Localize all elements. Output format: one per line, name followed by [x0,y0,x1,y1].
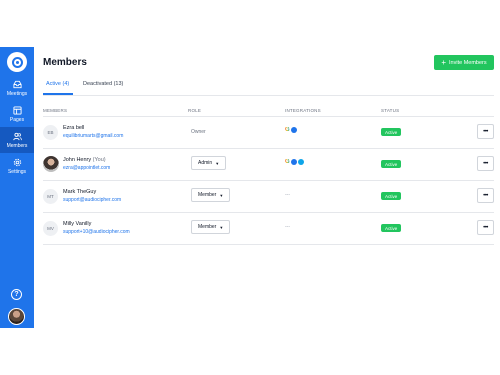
column-header-integrations: INTEGRATIONS [285,108,321,113]
divider [43,244,494,245]
page-title: Members [43,57,87,68]
integrations: G [285,159,304,165]
avatar [43,156,59,172]
more-options-button[interactable]: ••• [477,220,494,235]
member-email[interactable]: support+10@audiocipher.com [63,229,130,235]
sidebar: Meetings Pages Members Settings ? [0,47,34,328]
role-dropdown[interactable]: Member ▼ [191,220,231,234]
sidebar-item-label: Pages [9,116,25,123]
integrations-empty: --- [285,224,290,230]
tab-deactivated[interactable]: Deactivated (13) [83,81,123,87]
help-icon[interactable]: ? [11,289,22,300]
google-icon: G [285,159,290,165]
role-dropdown[interactable]: Member ▼ [191,188,231,202]
invite-members-label: Invite Members [449,59,487,66]
divider [43,94,494,96]
role-label: Member [198,224,217,230]
sidebar-item-label: Settings [7,168,27,175]
gear-icon [13,158,21,166]
status-badge: Active [381,192,402,200]
sidebar-item-members[interactable]: Members [0,127,34,153]
table-row: MV Milly Vanilly support+10@audiocipher.… [43,212,494,244]
member-email[interactable]: equilibriumarts@gmail.com [63,133,123,139]
integrations: G [285,127,297,133]
more-options-button[interactable]: ••• [477,188,494,203]
user-avatar[interactable] [8,308,25,325]
column-header-status: STATUS [381,108,400,113]
avatar: EB [43,125,58,140]
role-label: Member [198,192,217,198]
member-name: Milly Vanilly [63,221,92,227]
member-email[interactable]: support@audiocipher.com [63,197,121,203]
plus-icon: + [441,57,447,67]
column-header-members: MEMBERS [43,108,68,113]
sidebar-item-settings[interactable]: Settings [0,153,34,179]
table-row: EB Ezra bell equilibriumarts@gmail.com O… [43,116,494,148]
logo-icon[interactable] [7,52,27,72]
status-badge: Active [381,128,402,136]
role-label: Admin [198,160,213,166]
role-dropdown[interactable]: Admin ▼ [191,156,227,170]
member-name: John Henry (You) [63,157,106,163]
tab-active[interactable]: Active (4) [46,81,69,87]
member-name: Ezra bell [63,125,85,131]
member-email[interactable]: ezra@appointlet.com [63,165,110,171]
column-header-role: ROLE [188,108,202,113]
more-options-button[interactable]: ••• [477,156,494,171]
status-badge: Active [381,160,402,168]
status-badge: Active [381,224,402,232]
role-label: Owner [191,129,206,135]
invite-members-button[interactable]: + Invite Members [434,55,494,70]
table-row: John Henry (You) ezra@appointlet.com Adm… [43,148,494,180]
avatar: MV [43,221,58,236]
sidebar-item-pages[interactable]: Pages [0,101,34,127]
sidebar-item-meetings[interactable]: Meetings [0,75,34,101]
inbox-icon [12,80,22,88]
zoom-icon [290,159,297,165]
layout-icon [12,105,22,115]
sidebar-item-label: Meetings [6,90,28,97]
teams-icon [297,159,304,165]
sidebar-item-label: Members [6,142,28,149]
caret-down-icon: ▼ [219,192,224,198]
table-row: MT Mark TheGuy support@audiocipher.com M… [43,180,494,212]
avatar: MT [43,189,58,204]
more-options-button[interactable]: ••• [477,124,494,139]
member-name: Mark TheGuy [63,189,97,195]
caret-down-icon: ▼ [219,224,224,230]
zoom-icon [290,127,297,133]
integrations-empty: --- [285,192,290,198]
users-icon [12,132,22,140]
app-window: Meetings Pages Members Settings ? Member… [0,47,500,328]
caret-down-icon: ▼ [215,160,220,166]
google-icon: G [285,127,290,133]
